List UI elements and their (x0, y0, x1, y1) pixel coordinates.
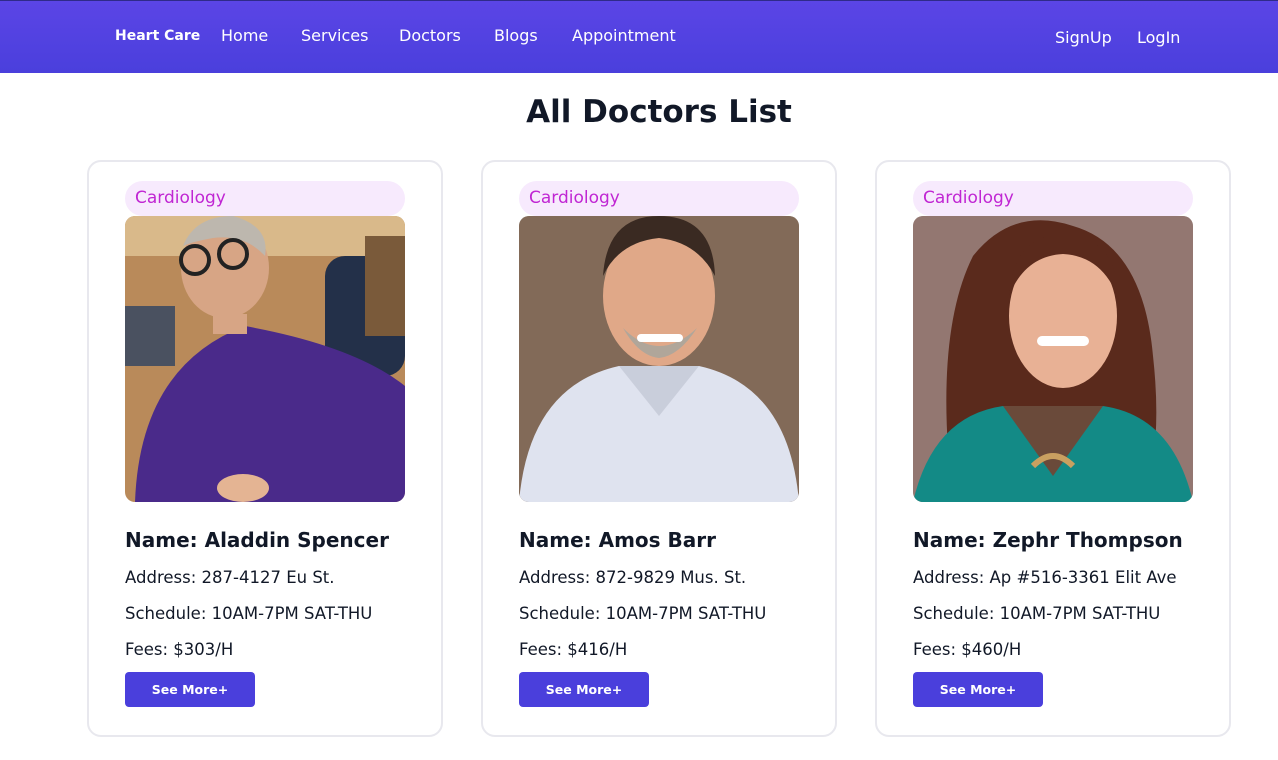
nav-link-appointment[interactable]: Appointment (572, 26, 676, 45)
top-navbar: Heart Care Home Services Doctors Blogs A… (0, 0, 1278, 73)
doctor-photo (519, 216, 799, 502)
doctor-name: Name: Amos Barr (519, 528, 716, 552)
nav-link-home[interactable]: Home (221, 26, 268, 45)
see-more-button[interactable]: See More+ (913, 672, 1043, 707)
doctor-name: Name: Aladdin Spencer (125, 528, 389, 552)
nav-link-doctors[interactable]: Doctors (399, 26, 461, 45)
login-link[interactable]: LogIn (1137, 28, 1180, 47)
nav-link-services[interactable]: Services (301, 26, 368, 45)
specialty-badge: Cardiology (913, 181, 1193, 216)
doctor-photo (913, 216, 1193, 502)
doctor-fees: Fees: $303/H (125, 640, 234, 659)
see-more-button[interactable]: See More+ (125, 672, 255, 707)
doctor-card: Cardiology Name: Zephr Thompson Address:… (875, 160, 1231, 737)
doctor-card: Cardiology Name: Amos Barr Address: 872-… (481, 160, 837, 737)
doctor-fees: Fees: $460/H (913, 640, 1022, 659)
specialty-badge: Cardiology (125, 181, 405, 216)
doctor-name: Name: Zephr Thompson (913, 528, 1183, 552)
doctor-card: Cardiology Name: Aladdin Spencer Address… (87, 160, 443, 737)
doctor-address: Address: Ap #516-3361 Elit Ave (913, 568, 1177, 587)
doctor-photo (125, 216, 405, 502)
specialty-badge: Cardiology (519, 181, 799, 216)
brand-logo-link[interactable]: Heart Care (115, 28, 200, 44)
see-more-button[interactable]: See More+ (519, 672, 649, 707)
doctor-fees: Fees: $416/H (519, 640, 628, 659)
doctor-schedule: Schedule: 10AM-7PM SAT-THU (519, 604, 767, 623)
signup-link[interactable]: SignUp (1055, 28, 1112, 47)
doctor-schedule: Schedule: 10AM-7PM SAT-THU (125, 604, 373, 623)
page-title: All Doctors List (526, 94, 792, 130)
doctor-address: Address: 287-4127 Eu St. (125, 568, 335, 587)
doctor-address: Address: 872-9829 Mus. St. (519, 568, 747, 587)
doctor-schedule: Schedule: 10AM-7PM SAT-THU (913, 604, 1161, 623)
nav-link-blogs[interactable]: Blogs (494, 26, 538, 45)
